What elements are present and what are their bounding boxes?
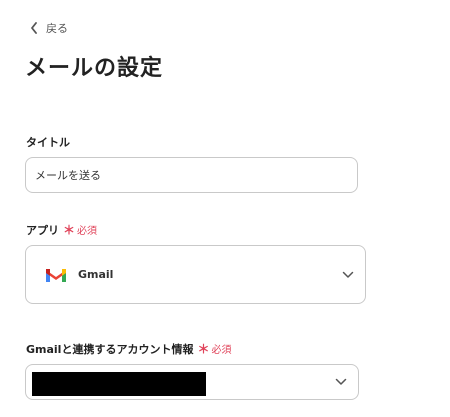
account-field-label-text: Gmailと連携するアカウント情報: [26, 342, 194, 356]
title-field-label: タイトル: [26, 134, 70, 150]
required-badge: ＊ 必須: [197, 340, 231, 357]
page-title: メールの設定: [25, 56, 164, 81]
app-select[interactable]: Gmail: [25, 245, 366, 304]
selected-app-name: Gmail: [78, 268, 114, 281]
required-asterisk: ＊: [197, 342, 210, 356]
required-asterisk: ＊: [63, 223, 76, 237]
chevron-down-icon: [335, 378, 347, 386]
chevron-down-icon: [342, 271, 354, 279]
title-input[interactable]: [25, 157, 358, 193]
back-link[interactable]: 戻る: [30, 19, 68, 37]
app-field-label: アプリ ＊ 必須: [26, 221, 97, 238]
chevron-left-icon: [30, 22, 40, 34]
app-field-label-text: アプリ: [26, 223, 59, 237]
required-text: 必須: [77, 226, 98, 237]
back-label: 戻る: [46, 22, 68, 35]
required-text: 必須: [211, 345, 232, 356]
gmail-icon: [45, 267, 67, 283]
title-field-label-text: タイトル: [26, 136, 70, 149]
redacted-account-value: [32, 372, 206, 396]
account-field-label: Gmailと連携するアカウント情報 ＊ 必須: [26, 340, 231, 357]
required-badge: ＊ 必須: [63, 221, 97, 238]
account-select[interactable]: [25, 364, 359, 400]
